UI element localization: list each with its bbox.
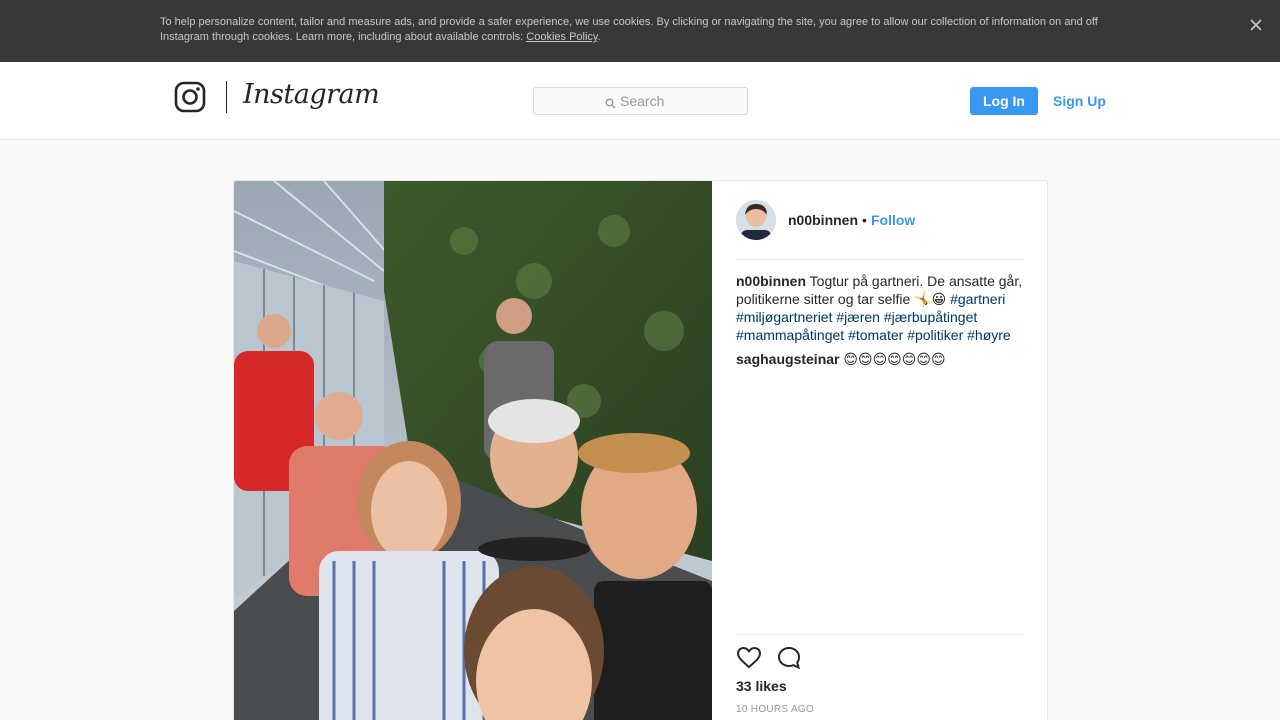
sign-up-link[interactable]: Sign Up [1053,93,1106,109]
actions-divider [736,634,1024,635]
post-photo[interactable] [234,181,712,720]
hashtag-link[interactable]: #jærbupåtinget [884,309,977,325]
hashtag-link[interactable]: #mammapåtinget [736,327,844,343]
search-input[interactable] [620,92,740,110]
top-navigation: Instagram Log In Sign Up [0,62,1280,140]
comment-item: saghaugsteinar 😊😊😊😊😊😊😊 [736,350,1028,368]
hashtag-link[interactable]: #miljøgartneriet [736,309,832,325]
post-caption: n00binnen Togtur på gartneri. De ansatte… [736,272,1028,344]
instagram-glyph-icon[interactable] [174,81,206,113]
hashtag-link[interactable]: #gartneri [950,291,1005,307]
search-box[interactable] [533,87,748,115]
post-author-row: n00binnen • Follow [736,200,1024,260]
cookie-notice-body: To help personalize content, tailor and … [160,16,1098,43]
caption-username[interactable]: n00binnen [736,273,806,289]
follow-button[interactable]: Follow [871,212,915,228]
close-icon[interactable] [1246,15,1266,35]
post-card: n00binnen • Follow n00binnen Togtur på g… [233,180,1048,720]
speech-bubble-icon[interactable] [776,645,802,671]
likes-count[interactable]: 33 likes [736,678,787,694]
hashtag-link[interactable]: #jæren [836,309,880,325]
post-timestamp[interactable]: 10 HOURS AGO [736,704,814,715]
instagram-wordmark[interactable]: Instagram [243,79,380,110]
log-in-button[interactable]: Log In [970,87,1038,115]
heart-icon[interactable] [736,645,762,671]
author-username[interactable]: n00binnen [788,212,858,228]
cookies-policy-link[interactable]: Cookies Policy [526,31,597,43]
logo-divider [226,81,227,113]
cookie-notice-period: . [597,31,601,43]
separator-dot: • [862,212,867,228]
hashtag-link[interactable]: #høyre [967,327,1011,343]
avatar[interactable] [736,200,776,240]
post-sidebar: n00binnen • Follow n00binnen Togtur på g… [712,181,1047,720]
comment-text: 😊😊😊😊😊😊😊 [839,351,946,367]
hashtag-link[interactable]: #politiker [907,327,963,343]
cookie-notice-text: To help personalize content, tailor and … [160,15,1120,45]
cookie-banner: To help personalize content, tailor and … [0,0,1280,62]
comment-username[interactable]: saghaugsteinar [736,351,839,367]
search-icon [605,96,616,109]
hashtag-link[interactable]: #tomater [848,327,903,343]
